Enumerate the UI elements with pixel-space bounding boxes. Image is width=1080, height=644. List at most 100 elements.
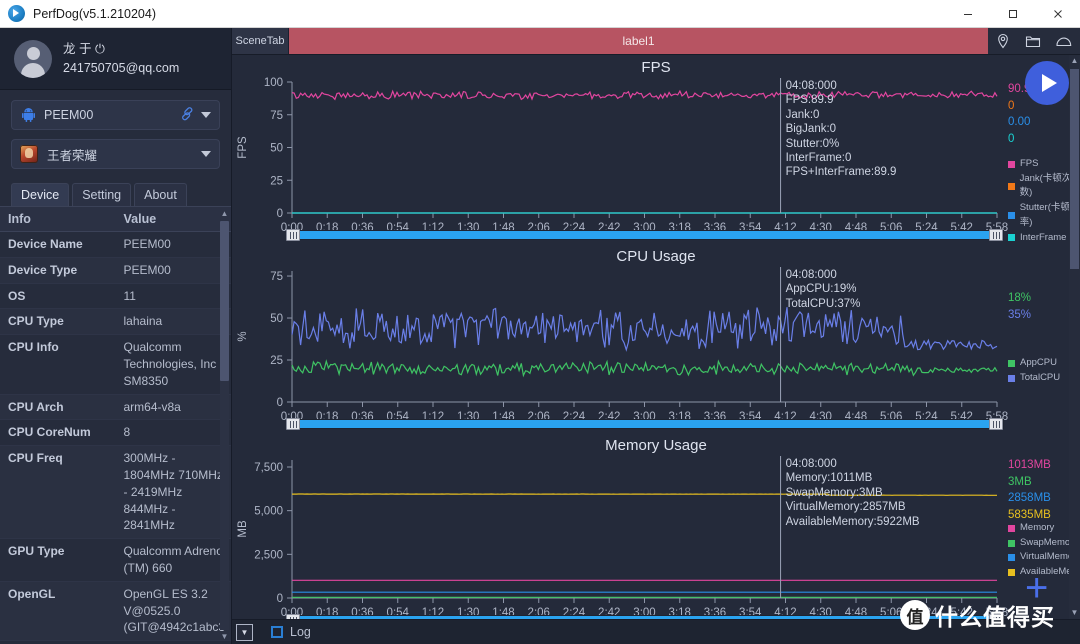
table-cell-info: OpenGL	[0, 581, 116, 641]
bottom-bar: ▼ Log	[232, 619, 1080, 644]
table-cell-info: Device Type	[0, 257, 116, 284]
cloud-icon[interactable]	[1055, 33, 1073, 49]
series-line	[291, 359, 998, 378]
sidebar-scrollbar[interactable]: ▲ ▼	[220, 209, 229, 642]
device-info-table-wrap: Info Value Device Name PEEM00 Device Type P…	[0, 206, 231, 644]
folder-icon[interactable]	[1025, 33, 1041, 49]
scene-label-bar[interactable]: label1	[289, 28, 988, 54]
legend-swatch-icon	[1008, 160, 1015, 168]
scroll-down-icon[interactable]: ▼	[220, 632, 229, 642]
table-row[interactable]: OS 11	[0, 283, 231, 309]
plot-canvas[interactable]: 0255075%0:00 0:18 0:36 0:54 1:12 1:30 1:48 2:06…	[232, 265, 1069, 430]
table-cell-info: Device Name	[0, 231, 116, 258]
plot: 0 25 50 75 100 FPS 0:00 0:18 0:36 0:54 1:12 1:30 1:4…	[232, 76, 1080, 241]
cursor-tooltip: 04:08:000 FPS:89.9 Jank:0 BigJank:0 Stutter:…	[786, 79, 897, 180]
tooltip-line: TotalCPU:37%	[785, 297, 861, 310]
scroll-up-icon[interactable]: ▲	[220, 209, 229, 219]
legend-swatch-icon	[1008, 374, 1015, 382]
timeline-handle-left[interactable]	[286, 614, 300, 619]
plot-canvas[interactable]: 02,5005,0007,500MB0:00 0:18 0:36 0:54 1:12 1:…	[232, 454, 1069, 619]
chevron-down-icon-app[interactable]	[201, 151, 211, 157]
legend-swatch-icon	[1008, 359, 1015, 367]
legend-item[interactable]: AppCPU	[1008, 356, 1060, 371]
table-row[interactable]: GPU Type Qualcomm Adreno (TM) 660	[0, 538, 231, 582]
plot: 0 2,500 5,000 7,500 MB 0:00 0:18 0:36 0:54 1:12 1:…	[232, 454, 1080, 619]
timeline-handle-left[interactable]	[286, 418, 300, 430]
device-select[interactable]: PEEM00	[11, 100, 220, 130]
app-select-value: 王者荣耀	[47, 148, 98, 163]
title-bar: PerfDog(v5.1.210204)	[0, 0, 1080, 28]
window-body: 龙 于 ⏻ 241750705@qq.com PEEM00 王者荣耀 Devic…	[0, 28, 1080, 644]
tooltip-line: VirtualMemory:2857MB	[785, 501, 906, 514]
table-cell-value: Qualcomm Technologies, Inc SM8350	[115, 334, 231, 395]
legend-swatch-icon	[1008, 182, 1015, 190]
main-vertical-scrollbar[interactable]: ▲ ▼	[1069, 55, 1080, 619]
sidebar-scroll-thumb[interactable]	[220, 221, 229, 381]
usb-link-icon[interactable]	[180, 106, 195, 124]
svg-text:25: 25	[270, 355, 283, 367]
device-info-table: Info Value Device Name PEEM00 Device Type P…	[0, 207, 231, 644]
add-chart-button[interactable]: +	[1025, 568, 1048, 608]
tooltip-line: Stutter:0%	[785, 137, 840, 150]
legend-item[interactable]: TotalCPU	[1008, 371, 1060, 386]
timeline-scrollbar[interactable]	[286, 229, 1004, 241]
svg-text:5,000: 5,000	[254, 506, 283, 518]
chevron-down-icon[interactable]	[201, 112, 211, 118]
play-button[interactable]	[1025, 61, 1069, 105]
legend-label: Memory	[1020, 522, 1055, 533]
bottom-dropdown-button[interactable]: ▼	[236, 623, 253, 641]
timeline-handle-right[interactable]	[989, 418, 1003, 430]
timeline-handle-left[interactable]	[286, 229, 300, 241]
table-row[interactable]: GPU Frequnavailable	[0, 640, 231, 644]
timeline-scrollbar-fill[interactable]	[296, 616, 991, 619]
table-row[interactable]: CPU Freq 300MHz - 1804MHz 710MHz - 2419MH…	[0, 445, 231, 539]
timeline-handle-right[interactable]	[989, 229, 1003, 241]
table-cell-value: PEEM00	[115, 257, 231, 284]
legend-label: AppCPU	[1020, 357, 1057, 368]
table-row[interactable]: CPU CoreNum 8	[0, 419, 231, 446]
tooltip-line: BigJank:0	[785, 123, 837, 136]
minimize-button[interactable]	[945, 0, 990, 27]
timeline-scrollbar[interactable]	[286, 418, 1004, 430]
app-select[interactable]: 王者荣耀	[11, 139, 220, 169]
svg-text:2,500: 2,500	[254, 549, 283, 561]
current-value: 35%	[1008, 308, 1032, 321]
table-cell-value: Qualcomm Adreno (TM) 660	[115, 538, 231, 582]
tab-device[interactable]: Device	[11, 183, 70, 206]
timeline-scrollbar-fill[interactable]	[296, 420, 991, 428]
current-value: 1013MB	[1008, 459, 1051, 471]
scene-tab-button[interactable]: SceneTab	[232, 28, 289, 54]
table-row[interactable]: Device Type PEEM00	[0, 257, 231, 284]
table-row[interactable]: CPU Type lahaina	[0, 308, 231, 335]
main-scroll-up-icon[interactable]: ▲	[1070, 55, 1079, 67]
game-app-icon	[20, 145, 38, 163]
table-cell-value: PEEM00	[115, 231, 231, 258]
svg-text:50: 50	[270, 143, 283, 155]
timeline-handle-right[interactable]	[989, 614, 1003, 619]
table-cell-value: lahaina	[115, 308, 231, 335]
plot-canvas[interactable]: 0255075100FPS0:00 0:18 0:36 0:54 1:12 1:30 1:4…	[232, 76, 1069, 241]
table-row[interactable]: CPU Info Qualcomm Technologies, Inc SM835…	[0, 334, 231, 395]
current-value: 3MB	[1008, 475, 1032, 488]
tab-about[interactable]: About	[134, 183, 187, 206]
device-info-rows: Device Name PEEM00 Device Type PEEM00 OS 11 CP…	[0, 231, 231, 644]
table-cell-info: GPU Freq	[0, 640, 116, 644]
main-scroll-thumb[interactable]	[1070, 69, 1079, 269]
tab-setting[interactable]: Setting	[72, 183, 132, 206]
cursor-tooltip: 04:08:000 AppCPU:19% TotalCPU:37%	[786, 268, 861, 311]
timeline-scrollbar[interactable]	[286, 614, 1004, 619]
maximize-button[interactable]	[990, 0, 1035, 27]
close-button[interactable]	[1035, 0, 1080, 27]
table-row[interactable]: CPU Arch arm64-v8a	[0, 394, 231, 420]
table-cell-info: CPU CoreNum	[0, 419, 116, 446]
location-pin-icon[interactable]	[995, 33, 1011, 49]
main-scroll-down-icon[interactable]: ▼	[1070, 607, 1079, 619]
table-row[interactable]: OpenGL OpenGL ES 3.2 V@0525.0 (GIT@4942c1…	[0, 581, 231, 641]
log-checkbox[interactable]	[271, 626, 283, 638]
svg-text:75: 75	[270, 110, 283, 122]
current-value: 18%	[1008, 292, 1032, 304]
timeline-scrollbar-fill[interactable]	[296, 231, 991, 239]
tooltip-line: Jank:0	[785, 108, 820, 121]
table-row[interactable]: Device Name PEEM00	[0, 231, 231, 258]
current-values: 1013MB 3MB 2858MB 5835MB	[1008, 457, 1051, 524]
